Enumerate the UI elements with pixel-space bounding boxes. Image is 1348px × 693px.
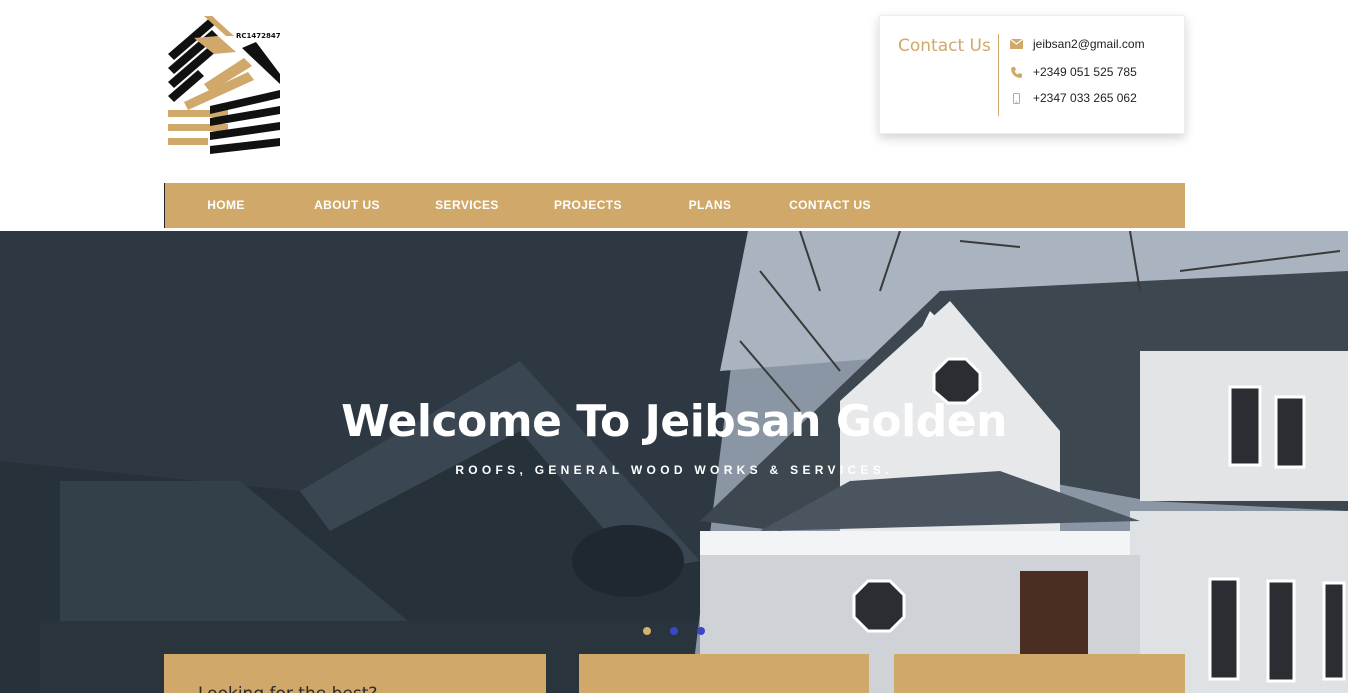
slider-dot[interactable]: [643, 627, 651, 635]
nav-about-us[interactable]: ABOUT US: [305, 183, 389, 228]
envelope-icon: [1008, 37, 1024, 51]
registration-number: RC1472847: [236, 32, 281, 40]
hero-title: Welcome To Jeibsan Golden: [341, 396, 1007, 447]
contact-divider: [998, 34, 999, 116]
contact-email-row[interactable]: jeibsan2@gmail.com: [1008, 37, 1145, 51]
site-header: RC1472847 Contact Us jeibsan2@gmail.com …: [0, 0, 1348, 231]
hero-slider: Welcome To Jeibsan Golden ROOFS, GENERAL…: [0, 231, 1348, 693]
contact-title: Contact Us: [898, 36, 991, 56]
nav-services[interactable]: SERVICES: [427, 183, 507, 228]
feature-box-text: Looking for the best?: [198, 684, 377, 693]
main-navigation: HOME ABOUT US SERVICES PROJECTS PLANS CO…: [164, 183, 1185, 228]
contact-phone-2[interactable]: +2347 033 265 062: [1033, 91, 1137, 105]
hero-background-image: [0, 231, 1348, 693]
phone-icon: [1008, 65, 1024, 79]
slider-pagination: [643, 627, 705, 635]
nav-plans[interactable]: PLANS: [675, 183, 745, 228]
mobile-icon: [1008, 91, 1024, 105]
nav-contact-us[interactable]: CONTACT US: [781, 183, 879, 228]
hero-subtitle: ROOFS, GENERAL WOOD WORKS & SERVICES.: [455, 463, 893, 477]
contact-email[interactable]: jeibsan2@gmail.com: [1033, 37, 1145, 51]
company-logo[interactable]: RC1472847: [164, 14, 284, 156]
feature-box[interactable]: [894, 654, 1185, 693]
feature-box[interactable]: Looking for the best?: [164, 654, 546, 693]
slider-dot[interactable]: [670, 627, 678, 635]
slider-dot[interactable]: [697, 627, 705, 635]
feature-box[interactable]: [579, 654, 869, 693]
contact-mobile-row[interactable]: +2347 033 265 062: [1008, 91, 1137, 105]
nav-projects[interactable]: PROJECTS: [547, 183, 629, 228]
nav-home[interactable]: HOME: [187, 183, 265, 228]
contact-phone-1[interactable]: +2349 051 525 785: [1033, 65, 1137, 79]
contact-card: Contact Us jeibsan2@gmail.com +2349 051 …: [879, 15, 1185, 134]
contact-phone-row[interactable]: +2349 051 525 785: [1008, 65, 1137, 79]
